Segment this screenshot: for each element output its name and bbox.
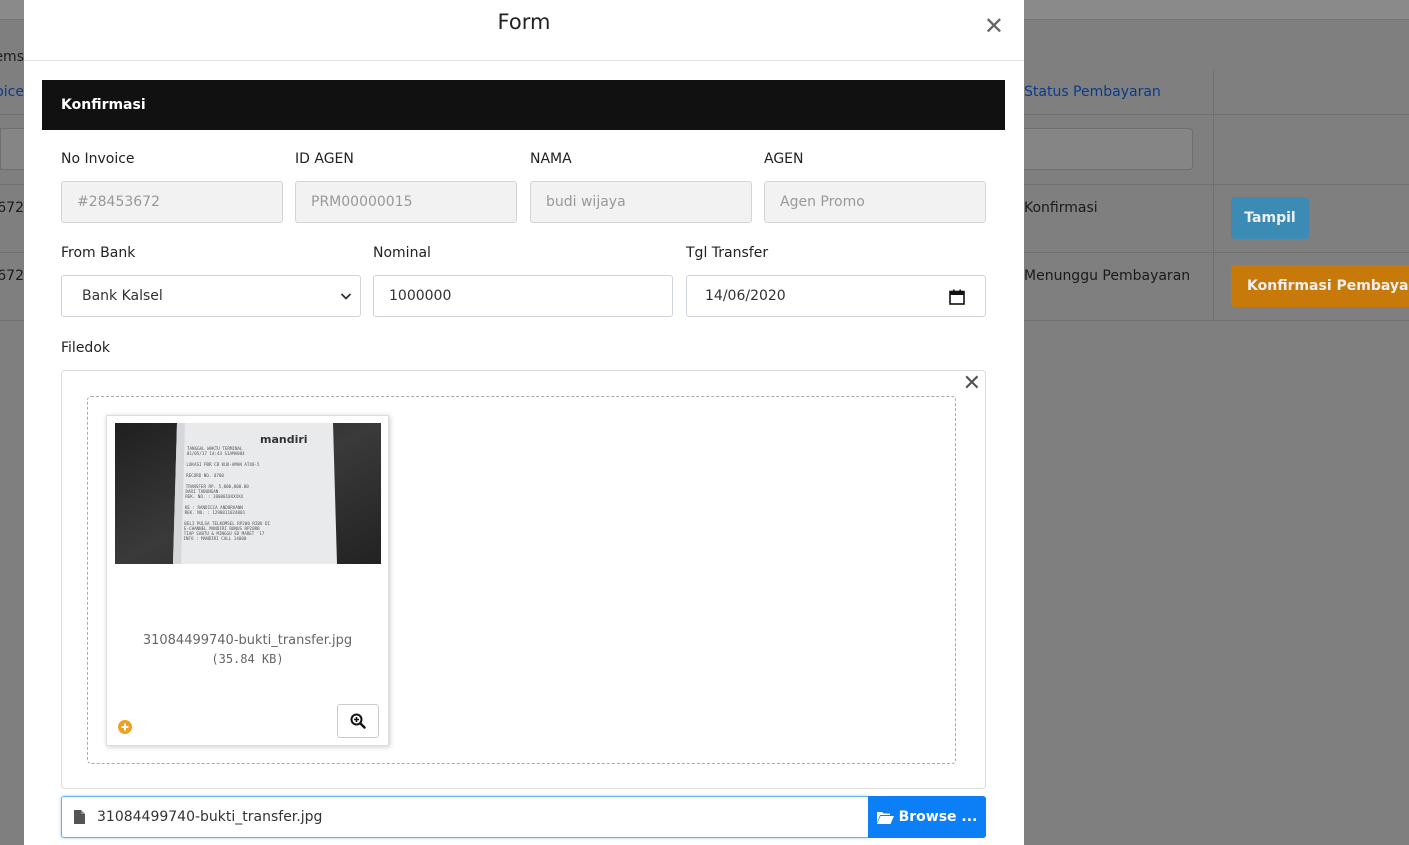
tgl-transfer-label: Tgl Transfer — [686, 245, 769, 261]
receipt-line: REK. NO. : 1290011024001 — [185, 510, 246, 515]
close-icon[interactable]: ✕ — [984, 14, 1004, 38]
plus-circle-icon — [118, 720, 132, 734]
chevron-down-icon — [340, 293, 352, 300]
filedok-label: Filedok — [61, 340, 110, 356]
nominal-label: Nominal — [373, 245, 431, 261]
file-caption: 31084499740-bukti_transfer.jpg (35.84 KB… — [107, 631, 388, 669]
from-bank-value: Bank Kalsel — [82, 288, 163, 304]
bg-konfirmasi-button: Konfirmasi Pembayaran — [1231, 265, 1409, 307]
receipt-brand: mandiri — [260, 433, 308, 446]
bg-row2-invoice: #28453672 — [0, 268, 24, 284]
bg-row1-invoice: #28453672 — [0, 200, 24, 216]
section-header-konfirmasi: Konfirmasi — [42, 80, 1005, 130]
form-modal: Form ✕ Konfirmasi No Invoice #28453672 I… — [24, 0, 1024, 845]
from-bank-select[interactable]: Bank Kalsel — [61, 275, 361, 317]
close-icon[interactable]: ✕ — [963, 371, 981, 396]
tgl-transfer-input[interactable]: 14/06/2020 — [686, 275, 986, 317]
modal-title: Form — [497, 10, 551, 34]
file-preview-panel: ✕ TANGGAL WAKTU TERMINAL 01/05/17 14:43 … — [61, 370, 986, 789]
file-input-value: 31084499740-bukti_transfer.jpg — [97, 809, 323, 825]
bg-row1-status: Konfirmasi — [1024, 200, 1098, 216]
bg-items-fragment: items — [0, 49, 24, 65]
receipt-line: LOKASI PBR CB KUO-AMAN AT48-5 — [186, 462, 260, 467]
receipt-photo: TANGGAL WAKTU TERMINAL01/05/17 14:43 S1A… — [115, 423, 381, 564]
file-thumbnail-card: TANGGAL WAKTU TERMINAL 01/05/17 14:43 S1A… — [106, 415, 389, 746]
browse-label: Browse ... — [898, 809, 978, 825]
id-agen-label: ID AGEN — [295, 151, 354, 167]
no-invoice-label: No Invoice — [61, 151, 135, 167]
zoom-button[interactable] — [337, 704, 379, 738]
zoom-in-icon — [350, 713, 366, 729]
file-icon — [74, 810, 85, 824]
bg-row2-status: Menunggu Pembayaran — [1024, 268, 1191, 284]
bg-col-status: Status Pembayaran — [1024, 84, 1161, 100]
file-name-input[interactable]: 31084499740-bukti_transfer.jpg — [61, 796, 869, 838]
bg-filter-input — [1024, 128, 1193, 170]
file-size: (35.84 KB) — [211, 652, 284, 666]
modal-header: Form ✕ — [24, 0, 1024, 61]
agen-input[interactable]: Agen Promo — [764, 181, 986, 223]
nominal-input[interactable]: 1000000 — [373, 275, 673, 317]
folder-open-icon — [876, 811, 894, 824]
bg-tampil-button: Tampil — [1231, 197, 1309, 239]
agen-label: AGEN — [764, 151, 804, 167]
nama-label: NAMA — [530, 151, 572, 167]
calendar-icon[interactable] — [949, 289, 965, 305]
file-name: 31084499740-bukti_transfer.jpg — [142, 633, 353, 648]
receipt-image: TANGGAL WAKTU TERMINAL 01/05/17 14:43 S1A… — [115, 423, 381, 564]
id-agen-input[interactable]: PRM00000015 — [295, 181, 517, 223]
receipt-line: RECORD NO. 0700 — [186, 473, 224, 478]
browse-button[interactable]: Browse ... — [868, 796, 986, 838]
receipt-line: 01/05/17 14:43 S1AMA084 — [187, 451, 245, 456]
bg-col-invoice: Invoice — [0, 84, 24, 100]
nama-input[interactable]: budi wijaya — [530, 181, 752, 223]
no-invoice-input[interactable]: #28453672 — [61, 181, 283, 223]
file-drop-zone[interactable]: TANGGAL WAKTU TERMINAL 01/05/17 14:43 S1A… — [87, 396, 956, 764]
from-bank-label: From Bank — [61, 245, 136, 261]
receipt-line: INFO : MANDIRI CALL 14000 — [183, 536, 247, 541]
receipt-line: REK. NO. : 1000010XXXXX — [185, 494, 243, 499]
tgl-transfer-value: 14/06/2020 — [705, 288, 786, 304]
